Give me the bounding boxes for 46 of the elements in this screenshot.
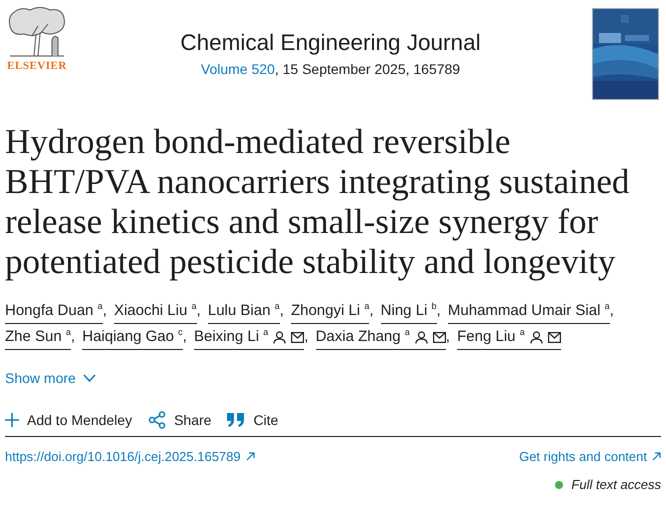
external-link-icon xyxy=(652,452,661,461)
comma: , xyxy=(369,302,374,319)
comma: , xyxy=(70,328,76,345)
show-more-button[interactable]: Show more xyxy=(5,370,96,386)
comma: , xyxy=(280,302,284,319)
author-link[interactable]: Muhammad Umair Sial $^{a}$ xyxy=(448,302,610,324)
author-link[interactable]: Xiaochi Liu $^{a}$ xyxy=(114,302,197,324)
comma: , xyxy=(196,302,201,319)
comma: , xyxy=(436,302,441,319)
external-link-icon xyxy=(246,452,255,461)
author-link[interactable]: Zhe Sun $^{a}$ xyxy=(5,328,71,350)
plus-icon xyxy=(5,413,19,427)
journal-title[interactable]: Chemical Engineering Journal xyxy=(180,30,481,56)
mail-icon[interactable] xyxy=(548,332,561,342)
doi-link[interactable]: https://doi.org/10.1016/j.cej.2025.165789 xyxy=(5,449,255,464)
rights-link[interactable]: Get rights and content xyxy=(519,449,661,464)
issue-info: , 15 September 2025, 165789 xyxy=(274,61,460,77)
access-label: Full text access xyxy=(571,477,661,492)
chevron-icon xyxy=(82,374,96,382)
share-button[interactable]: Share xyxy=(148,411,212,429)
author-link[interactable]: Beixing Li $^{a}$ xyxy=(194,328,304,350)
quote-icon xyxy=(227,413,246,427)
comma: , xyxy=(610,302,614,319)
author-link[interactable]: Zhongyi Li $^{a}$ xyxy=(290,302,370,324)
author-link[interactable]: Hongfa Duan $^{a}$ xyxy=(5,302,103,324)
person-icon[interactable] xyxy=(414,330,428,344)
comma: , xyxy=(182,328,187,345)
author-link[interactable]: Haiqiang Gao $^{c}$ xyxy=(82,328,183,350)
add-to-mendeley-button[interactable]: Add to Mendeley xyxy=(5,411,132,429)
share-icon xyxy=(148,411,166,429)
comma: , xyxy=(446,328,450,345)
mail-icon[interactable] xyxy=(432,332,446,342)
article-title: Hydrogen bond-mediated reversible BHT/PVA nanocarriers integrating sustained release kinetics and small-size synergy for potentiated pesticide stability and longevity xyxy=(5,122,630,282)
tree-drawing xyxy=(8,6,66,58)
author-link[interactable]: Lulu Bian $^{a}$ xyxy=(208,302,280,324)
person-icon[interactable] xyxy=(273,330,286,344)
author-link[interactable]: Daxia Zhang $^{a}$ xyxy=(316,328,446,350)
author-link[interactable]: Ning Li $^{b}$ xyxy=(380,302,437,324)
person-icon[interactable] xyxy=(530,330,543,344)
publisher-name: ELSEVIER xyxy=(7,60,67,72)
comma: , xyxy=(304,328,308,345)
mail-icon[interactable] xyxy=(291,332,304,342)
volume-link[interactable]: Volume 520 xyxy=(200,61,275,77)
cite-button[interactable]: Cite xyxy=(227,411,278,429)
author-link[interactable]: Feng Liu $^{a}$ xyxy=(457,328,561,350)
comma: , xyxy=(102,302,107,319)
